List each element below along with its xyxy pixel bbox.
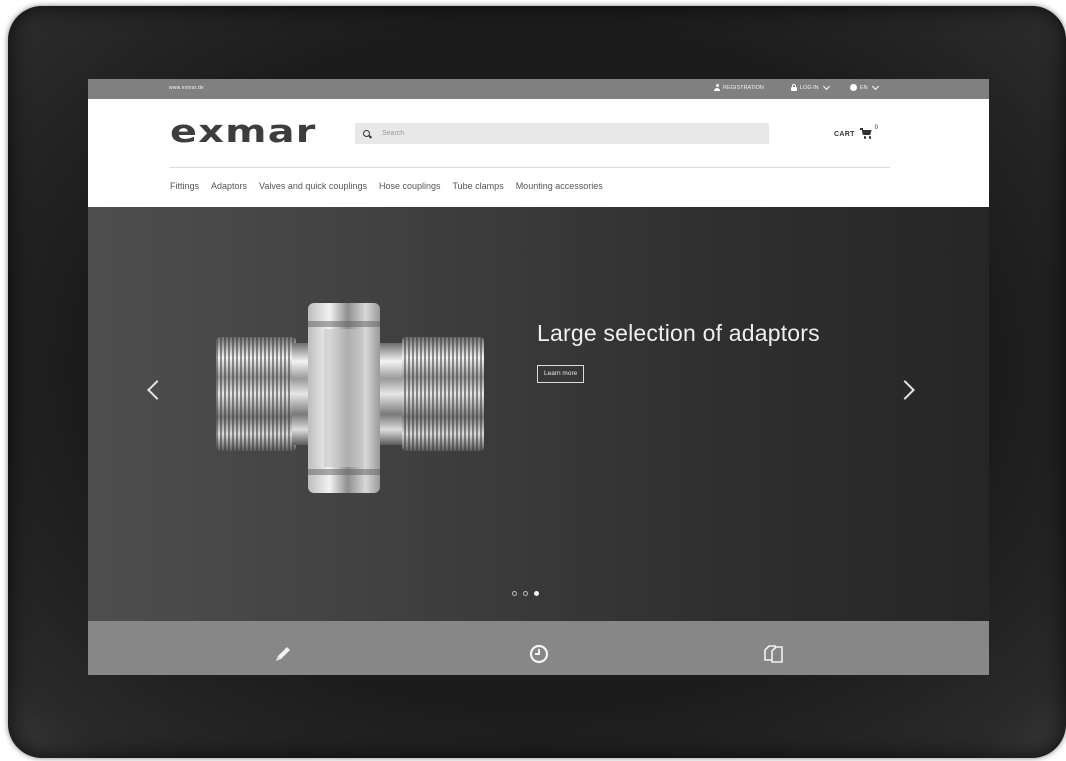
cart-button[interactable]: CART 0 xyxy=(834,125,878,139)
carousel-dot-3[interactable] xyxy=(534,591,539,596)
search-icon[interactable] xyxy=(363,130,370,137)
login-label: LOG IN xyxy=(800,84,819,91)
login-dropdown[interactable]: LOG IN xyxy=(791,82,830,91)
search-input[interactable] xyxy=(380,129,744,138)
nav-item-hose-couplings[interactable]: Hose couplings xyxy=(379,181,441,191)
top-utility-bar: www.exmar.de REGISTRATION LOG IN EN xyxy=(88,79,989,99)
nav-item-tube-clamps[interactable]: Tube clamps xyxy=(453,181,504,191)
nav-item-valves[interactable]: Valves and quick couplings xyxy=(259,181,367,191)
hero-carousel: Large selection of adaptors Learn more xyxy=(88,207,989,621)
hero-headline: Large selection of adaptors xyxy=(537,320,820,346)
user-icon xyxy=(714,84,720,91)
learn-more-button[interactable]: Learn more xyxy=(537,365,585,383)
cart-count-badge: 0 xyxy=(874,125,878,131)
carousel-dot-2[interactable] xyxy=(523,591,528,596)
chevron-down-icon xyxy=(822,82,830,90)
cart-icon xyxy=(859,128,873,139)
header-divider xyxy=(169,167,890,168)
language-label: EN xyxy=(860,84,868,91)
language-dropdown[interactable]: EN xyxy=(850,82,879,91)
carousel-next-arrow[interactable] xyxy=(895,380,915,400)
clock-icon xyxy=(529,644,549,664)
main-navigation: Fittings Adaptors Valves and quick coupl… xyxy=(170,181,615,191)
carousel-dot-1[interactable] xyxy=(512,591,517,596)
cart-label: CART xyxy=(834,131,855,138)
nav-item-adaptors[interactable]: Adaptors xyxy=(211,181,247,191)
chevron-down-icon xyxy=(871,82,879,90)
search-bar xyxy=(355,123,769,144)
exmar-logo[interactable]: exmar xyxy=(170,115,317,149)
lock-icon xyxy=(791,84,797,91)
nav-item-mounting-accessories[interactable]: Mounting accessories xyxy=(516,181,603,191)
feature-bar xyxy=(88,621,989,675)
documents-icon xyxy=(764,645,783,663)
site-header: exmar CART 0 Fittings Adaptors Valves an… xyxy=(88,99,989,207)
site-url-link[interactable]: www.exmar.de xyxy=(169,85,204,91)
adaptor-product-image xyxy=(216,303,484,493)
globe-icon xyxy=(850,84,857,91)
website-screen: www.exmar.de REGISTRATION LOG IN EN exma… xyxy=(88,79,989,675)
carousel-prev-arrow[interactable] xyxy=(147,380,167,400)
pencil-icon xyxy=(276,647,290,661)
carousel-indicators xyxy=(512,591,539,596)
registration-link[interactable]: REGISTRATION xyxy=(714,84,764,91)
registration-label: REGISTRATION xyxy=(723,84,764,91)
nav-item-fittings[interactable]: Fittings xyxy=(170,181,199,191)
